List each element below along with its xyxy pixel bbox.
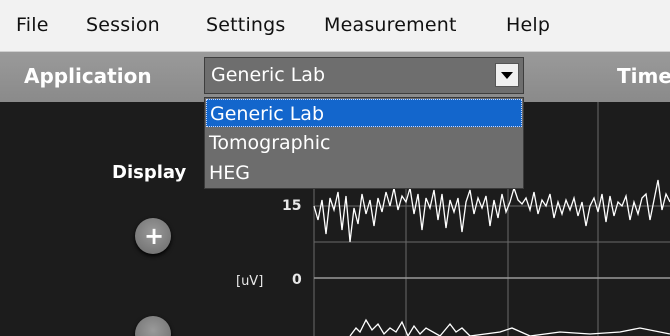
- menu-settings[interactable]: Settings: [206, 14, 286, 36]
- plus-icon: +: [144, 222, 165, 250]
- display-label: Display: [112, 162, 187, 183]
- y-axis-unit: [uV]: [236, 274, 264, 289]
- time-label: Time: [617, 64, 670, 88]
- application-options-list: Generic Lab Tomographic HEG: [204, 97, 524, 189]
- application-select[interactable]: Generic Lab: [204, 57, 524, 94]
- application-label: Application: [24, 64, 152, 88]
- signal-trace-upper: [313, 179, 670, 243]
- y-tick-0: 0: [292, 272, 302, 288]
- zoom-in-button[interactable]: +: [135, 218, 171, 254]
- y-tick-15: 15: [282, 198, 302, 214]
- option-tomographic[interactable]: Tomographic: [206, 129, 522, 157]
- menu-file[interactable]: File: [16, 14, 49, 36]
- dropdown-arrow-button[interactable]: [495, 63, 519, 87]
- menu-measurement[interactable]: Measurement: [324, 14, 457, 36]
- signal-trace-lower: [349, 318, 670, 336]
- option-generic-lab[interactable]: Generic Lab: [206, 99, 522, 127]
- menu-session[interactable]: Session: [86, 14, 160, 36]
- option-heg[interactable]: HEG: [206, 159, 522, 187]
- menu-help[interactable]: Help: [506, 14, 550, 36]
- menu-bar: File Session Settings Measurement Help: [0, 0, 670, 52]
- application-select-value: Generic Lab: [211, 64, 326, 86]
- chevron-down-icon: [501, 72, 513, 79]
